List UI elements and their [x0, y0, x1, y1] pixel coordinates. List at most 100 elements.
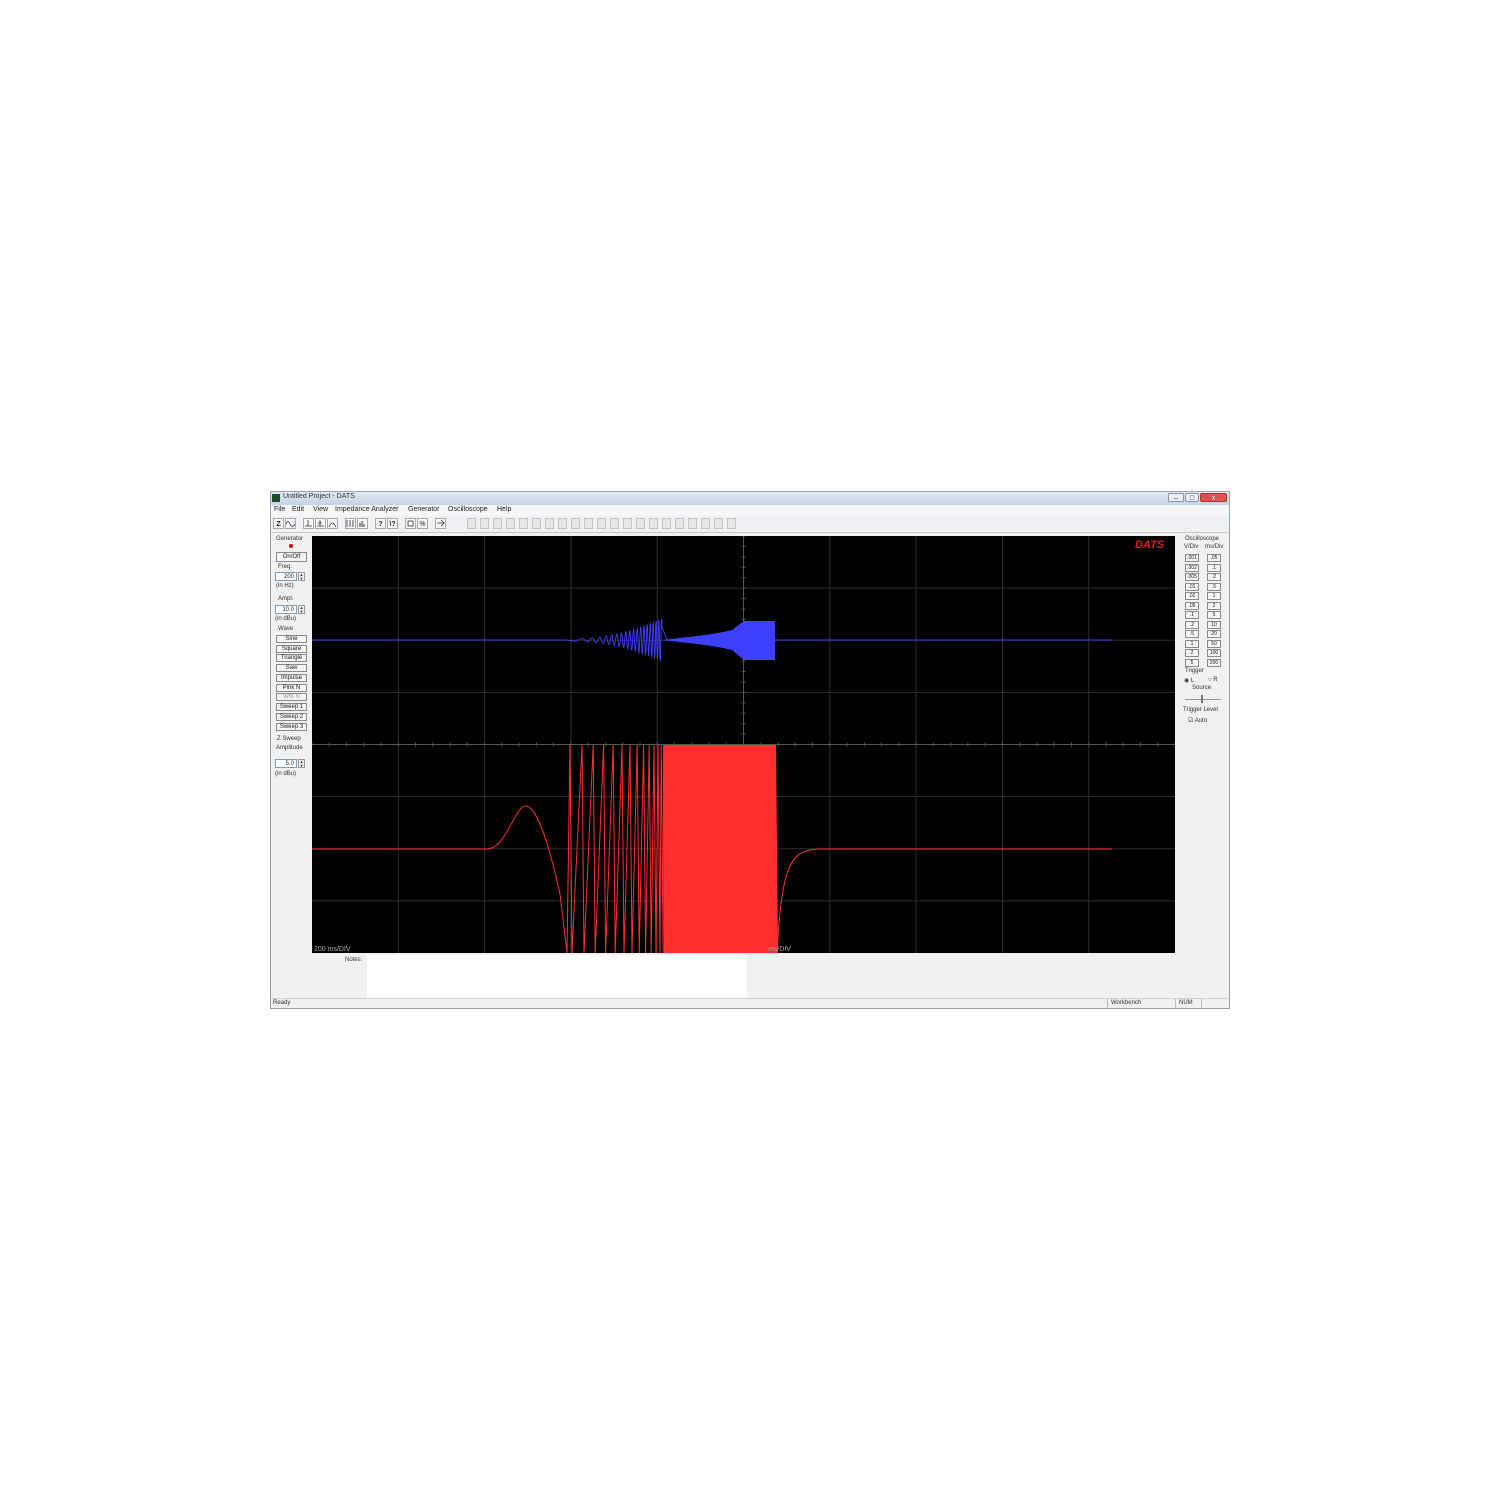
vdiv-option-button[interactable]: 1: [1185, 639, 1199, 648]
generator-onoff-button[interactable]: On/Off: [276, 552, 307, 562]
toolbar-blank-button[interactable]: [506, 518, 515, 529]
wave-pink-noise-button[interactable]: Pink N: [276, 684, 307, 692]
zsweep-spinner[interactable]: ▲ ▼: [298, 759, 305, 768]
percent-button[interactable]: %: [417, 518, 428, 529]
zsweep-label: Z Sweep: [277, 736, 301, 742]
bar-chart-icon[interactable]: [357, 518, 368, 529]
generator-panel: Generator On/Off Freq. 200 ▲ ▼ (in Hz) Am…: [273, 536, 309, 791]
toolbar-blank-button[interactable]: [467, 518, 476, 529]
vdiv-option-button[interactable]: .5: [1185, 630, 1199, 638]
notes-textarea[interactable]: [367, 955, 747, 998]
vdiv-option-button[interactable]: .02: [1185, 592, 1199, 600]
msdiv-option-button[interactable]: .5: [1207, 582, 1221, 591]
msdiv-option-button[interactable]: 2: [1207, 601, 1221, 610]
menu-generator[interactable]: Generator: [408, 506, 440, 513]
waveform-icon[interactable]: [285, 518, 296, 529]
msdiv-option-button[interactable]: 10: [1207, 620, 1221, 629]
wave-white-noise-button[interactable]: Wht N: [276, 693, 307, 701]
trigger-l-label: L: [1190, 678, 1195, 684]
toolbar-blank-button[interactable]: [480, 518, 489, 529]
sweep-icon[interactable]: [327, 518, 338, 529]
toolbar-blank-button[interactable]: [571, 518, 580, 529]
close-button[interactable]: x: [1200, 493, 1227, 502]
probe-icon[interactable]: [303, 518, 314, 529]
toolbar-blank-button[interactable]: [636, 518, 645, 529]
toolbar-blank-button[interactable]: [558, 518, 567, 529]
zsweep-amplitude-input[interactable]: 5.0: [275, 759, 297, 768]
menu-impedance-analyzer[interactable]: Impedance Analyzer: [335, 506, 398, 513]
freq-spinner[interactable]: ▲ ▼: [298, 572, 305, 581]
trigger-radio-l[interactable]: ◉ L: [1184, 677, 1194, 684]
toolbar-blank-button[interactable]: [532, 518, 541, 529]
export-icon[interactable]: [435, 518, 446, 529]
right-channel-burst: [664, 745, 778, 953]
toolbar-blank-button[interactable]: [662, 518, 671, 529]
maximize-button[interactable]: □: [1185, 493, 1199, 502]
wave-impulse-button[interactable]: Impulse: [276, 674, 307, 682]
wave-saw-button[interactable]: Saw: [276, 664, 307, 672]
whats-this-button[interactable]: \?: [387, 518, 398, 529]
vdiv-option-button[interactable]: 2: [1185, 649, 1199, 657]
status-divider: [1107, 999, 1108, 1008]
sweep3-button[interactable]: Sweep 3: [276, 723, 307, 731]
wave-sine-button[interactable]: Sine: [276, 635, 307, 643]
vdiv-option-button[interactable]: .002: [1185, 563, 1199, 572]
toolbar-blank-button[interactable]: [714, 518, 723, 529]
freq-input[interactable]: 200: [275, 572, 297, 581]
grid-icon[interactable]: [345, 518, 356, 529]
toolbar-blank-button[interactable]: [519, 518, 528, 529]
msdiv-option-button[interactable]: 5: [1207, 611, 1221, 619]
toolbar-blank-button[interactable]: [584, 518, 593, 529]
menu-edit[interactable]: Edit: [292, 506, 304, 513]
toolbar-blank-button[interactable]: [688, 518, 697, 529]
vdiv-option-button[interactable]: 5: [1185, 658, 1199, 667]
vdiv-option-button[interactable]: .1: [1185, 611, 1199, 619]
msdiv-option-button[interactable]: 50: [1207, 639, 1221, 648]
menu-oscilloscope[interactable]: Oscilloscope: [448, 506, 488, 513]
msdiv-option-button[interactable]: 100: [1207, 649, 1221, 657]
toolbar-blank-button[interactable]: [597, 518, 606, 529]
ampl-label: Ampl.: [278, 596, 294, 602]
toolbar-blank-button[interactable]: [649, 518, 658, 529]
trigger-level-thumb[interactable]: [1201, 695, 1203, 703]
msdiv-option-button[interactable]: 20: [1207, 630, 1221, 638]
menu-help[interactable]: Help: [497, 506, 511, 513]
auto-checkbox[interactable]: ☑ Auto: [1188, 717, 1207, 724]
msdiv-option-button[interactable]: 1: [1207, 592, 1221, 600]
minimize-button[interactable]: –: [1168, 493, 1184, 502]
msdiv-option-button[interactable]: .05: [1207, 554, 1221, 562]
menu-view[interactable]: View: [313, 506, 328, 513]
sweep1-button[interactable]: Sweep 1: [276, 703, 307, 711]
trigger-radio-r[interactable]: ○ R: [1208, 677, 1218, 683]
dats-logo: DATS: [1135, 539, 1165, 551]
freq-unit-label: (in Hz): [276, 583, 294, 589]
toolbar-blank-button[interactable]: [727, 518, 736, 529]
toolbar-blank-button[interactable]: [610, 518, 619, 529]
vdiv-option-button[interactable]: .01: [1185, 582, 1199, 591]
sweep2-button[interactable]: Sweep 2: [276, 713, 307, 721]
toolbar-blank-button[interactable]: [623, 518, 632, 529]
vdiv-option-button[interactable]: .005: [1185, 573, 1199, 581]
toolbar-blank-button[interactable]: [701, 518, 710, 529]
help-button[interactable]: ?: [375, 518, 386, 529]
toolbar-blank-button[interactable]: [493, 518, 502, 529]
msdiv-option-button[interactable]: .1: [1207, 563, 1221, 572]
toolbar-blank-button[interactable]: [675, 518, 684, 529]
sensor-icon[interactable]: [405, 518, 416, 529]
wave-square-button[interactable]: Square: [276, 645, 307, 653]
msdiv-option-button[interactable]: 200: [1207, 658, 1221, 667]
vdiv-option-button[interactable]: .001: [1185, 554, 1199, 562]
freq-label: Freq.: [278, 564, 293, 570]
probe-alt-icon[interactable]: [315, 518, 326, 529]
vdiv-option-button[interactable]: .2: [1185, 620, 1199, 629]
wave-triangle-button[interactable]: Triangle: [276, 654, 307, 662]
ampl-input[interactable]: 10.0: [275, 605, 297, 614]
wave-label: Wave: [278, 626, 294, 632]
vdiv-option-button[interactable]: .05: [1185, 601, 1199, 610]
ampl-spinner[interactable]: ▲ ▼: [298, 605, 305, 614]
toolbar-blank-button[interactable]: [545, 518, 554, 529]
impedance-button[interactable]: Z: [273, 518, 284, 529]
menu-file[interactable]: File: [274, 506, 285, 513]
msdiv-option-button[interactable]: .2: [1207, 573, 1221, 581]
trigger-level-slider[interactable]: [1185, 699, 1221, 700]
